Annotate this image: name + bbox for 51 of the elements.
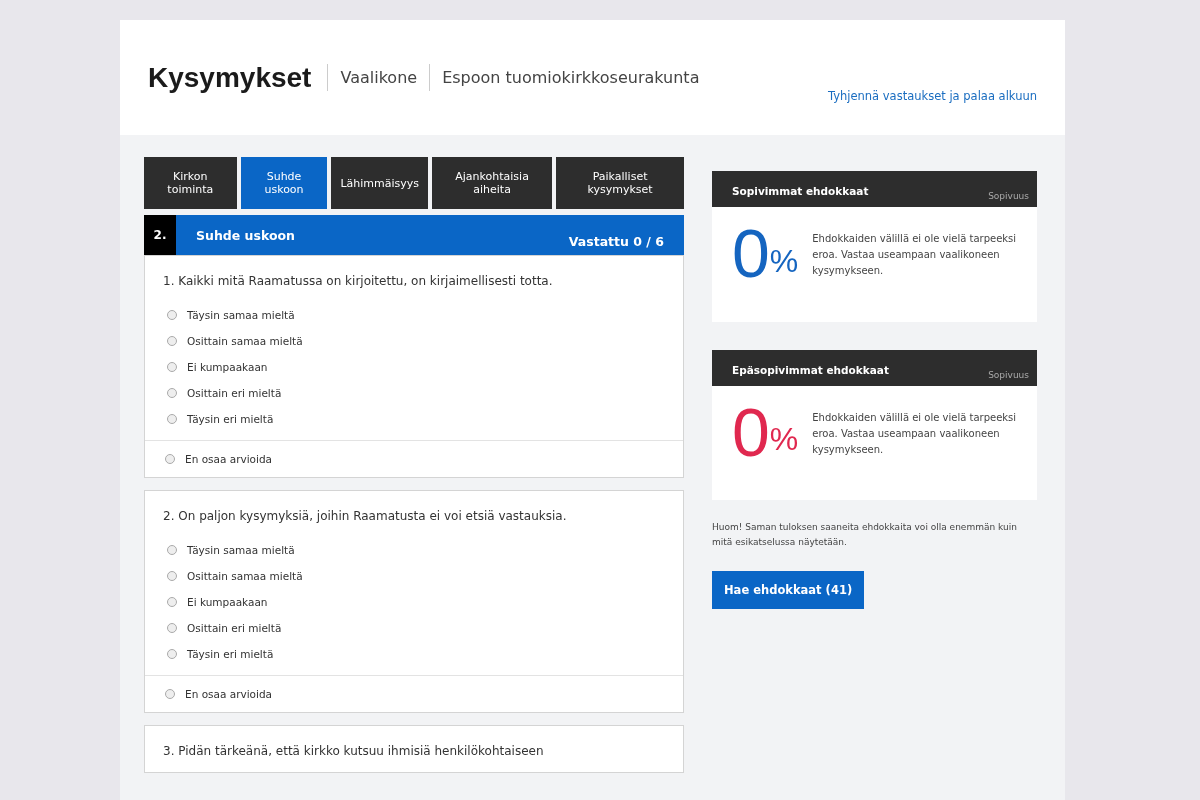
radio-button[interactable] — [167, 310, 177, 320]
option-label[interactable]: Osittain eri mieltä — [187, 622, 282, 634]
question-text: 1. Kaikki mitä Raamatussa on kirjoitettu, on kirjaimellisesti totta. — [162, 273, 554, 290]
panel-title: Epäsopivimmat ehdokkaat — [732, 363, 889, 376]
match-message: Ehdokkaiden välillä ei ole vielä tarpeeksi eroa. Vastaa useampaan vaalikoneen kysymykseen. — [812, 232, 1018, 278]
category-tab[interactable]: Suhde uskoon — [240, 157, 328, 209]
panel-title: Sopivimmat ehdokkaat — [732, 185, 869, 197]
option-label[interactable]: Osittain samaa mieltä — [187, 335, 303, 347]
radio-button[interactable] — [167, 388, 177, 398]
radio-button[interactable] — [167, 649, 177, 659]
option-label[interactable]: Osittain eri mieltä — [187, 387, 282, 399]
radio-button[interactable] — [165, 454, 175, 464]
reset-link[interactable]: Tyhjennä vastaukset ja palaa alkuun — [827, 52, 1037, 103]
option-label[interactable]: Täysin eri mieltä — [187, 413, 274, 425]
radio-button[interactable] — [167, 414, 177, 424]
category-tab[interactable]: Lähimmäisyys — [331, 157, 428, 209]
percentage-value: 0 — [732, 221, 770, 286]
breadcrumb-text: Vaalikone — [327, 64, 430, 91]
question-text: 3. Pidän tärkeänä, että kirkko kutsuu ihmisiä henkilökohtaiseen — [162, 743, 545, 760]
radio-button[interactable] — [167, 362, 177, 372]
search-candidates-button[interactable]: Hae ehdokkaat (41) — [712, 570, 865, 609]
question-text: 2. On paljon kysymyksiä, joihin Raamatusta ei voi etsiä vastauksia. — [162, 508, 568, 525]
percent-sign: % — [769, 242, 799, 280]
radio-button[interactable] — [167, 571, 177, 581]
radio-button[interactable] — [167, 336, 177, 346]
option-label[interactable]: Täysin samaa mieltä — [187, 544, 295, 556]
category-tab[interactable]: Ajankohtaisia aiheita — [432, 157, 553, 209]
section-title: Suhde uskoon — [195, 227, 295, 243]
radio-button[interactable] — [167, 597, 177, 607]
radio-button[interactable] — [167, 545, 177, 555]
option-label[interactable]: Osittain samaa mieltä — [187, 570, 303, 582]
page-title: Kysymykset — [148, 61, 313, 94]
column-label: Sopivuus — [988, 191, 1029, 201]
match-message: Ehdokkaiden välillä ei ole vielä tarpeeksi eroa. Vastaa useampaan vaalikoneen kysymykseen. — [812, 410, 1018, 457]
option-label[interactable]: Ei kumpaakaan — [187, 596, 268, 608]
note-text: Huom! Saman tuloksen saaneita ehdokkaita voi olla enemmän kuin mitä esikatselussa näytetään. — [712, 521, 1018, 550]
radio-button[interactable] — [167, 623, 177, 633]
percentage-value: 0 — [732, 399, 770, 465]
category-tab[interactable]: Kirkon toiminta — [144, 157, 237, 209]
category-tab[interactable]: Paikalliset kysymykset — [556, 157, 684, 209]
option-label[interactable]: En osaa arvioida — [185, 688, 273, 700]
percent-sign: % — [769, 421, 799, 459]
progress-text: Vastattu 0 / 6 — [568, 234, 665, 251]
column-label: Sopivuus — [988, 369, 1029, 380]
section-number: 2. — [144, 215, 176, 255]
option-label[interactable]: Ei kumpaakaan — [187, 361, 268, 373]
option-label[interactable]: Täysin samaa mieltä — [187, 309, 295, 321]
option-label[interactable]: Täysin eri mieltä — [187, 648, 274, 660]
breadcrumb-text: Espoon tuomiokirkkoseurakunta — [429, 64, 712, 91]
radio-button[interactable] — [165, 689, 175, 699]
option-label[interactable]: En osaa arvioida — [185, 453, 273, 465]
